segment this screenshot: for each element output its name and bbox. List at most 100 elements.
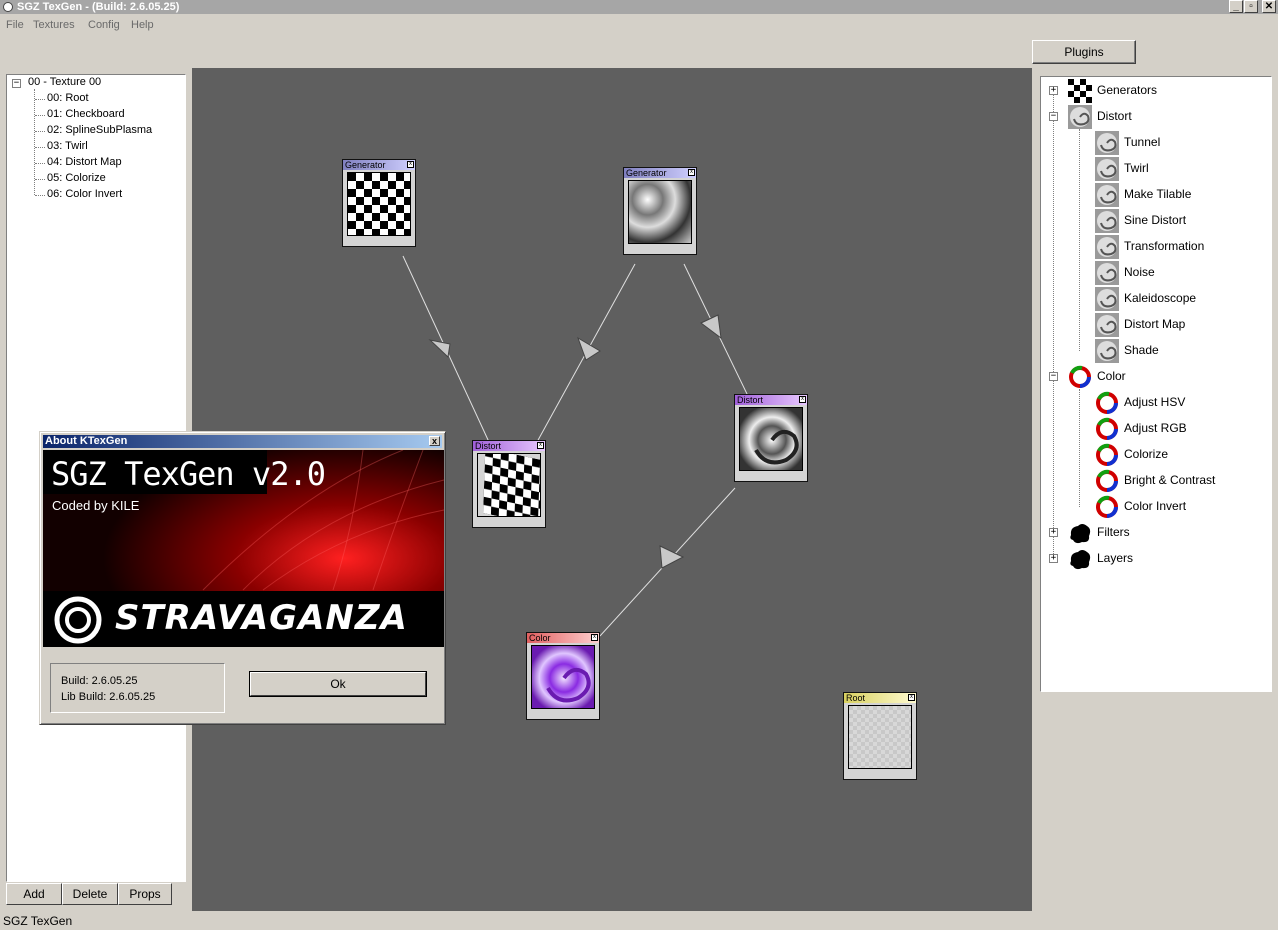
plugin-noise[interactable]: Noise (1124, 265, 1155, 279)
swirl-icon (1095, 235, 1119, 259)
swirl-icon (1068, 105, 1092, 129)
tree-item-checkboard[interactable]: 01: Checkboard (47, 108, 125, 120)
node-title: Distort (735, 395, 807, 405)
node-close-icon[interactable]: x (908, 694, 915, 701)
menu-config[interactable]: Config (88, 19, 120, 31)
tree-guide-line (35, 115, 45, 116)
status-bar: SGZ TexGen (0, 912, 1278, 930)
plugin-category-filters[interactable]: Filters (1097, 525, 1130, 539)
plugin-twirl[interactable]: Twirl (1124, 161, 1149, 175)
about-coded-by: Coded by KILE (52, 498, 140, 513)
add-button[interactable]: Add (6, 883, 62, 905)
node-close-icon[interactable]: x (688, 169, 695, 176)
connection-arrow (428, 339, 451, 359)
plugin-shade[interactable]: Shade (1124, 343, 1159, 357)
expand-toggle[interactable]: + (1049, 528, 1058, 537)
plugin-adjust-hsv[interactable]: Adjust HSV (1124, 395, 1185, 409)
tree-item-distort-map[interactable]: 04: Distort Map (47, 156, 122, 168)
tree-guide-line (1079, 389, 1080, 507)
plugin-color-invert[interactable]: Color Invert (1124, 499, 1186, 513)
plugin-make-tilable[interactable]: Make Tilable (1124, 187, 1191, 201)
collapse-toggle[interactable]: − (12, 79, 21, 88)
node-preview (848, 705, 912, 769)
ok-button[interactable]: Ok (250, 672, 426, 696)
swirl-icon (1095, 131, 1119, 155)
about-dialog-title: About KTexGen (45, 435, 128, 447)
build-version: Build: 2.6.05.25 (61, 675, 138, 687)
minimize-button[interactable]: _ (1229, 0, 1243, 13)
plugin-category-distort[interactable]: Distort (1097, 109, 1132, 123)
close-button[interactable]: ✕ (1262, 0, 1276, 13)
menu-file[interactable]: File (6, 19, 24, 31)
connection-arrow (700, 314, 722, 340)
plugin-bright-contrast[interactable]: Bright & Contrast (1124, 473, 1215, 487)
plugin-sine-distort[interactable]: Sine Distort (1124, 213, 1186, 227)
plugin-distort-map[interactable]: Distort Map (1124, 317, 1185, 331)
menu-textures[interactable]: Textures (33, 19, 75, 31)
about-dialog-titlebar: About KTexGen x (43, 435, 442, 448)
rgb-rings-icon (1069, 365, 1091, 388)
about-banner: SGZ TexGen v2.0 Coded by KILE STRAVAGANZ… (43, 450, 444, 647)
rgb-rings-icon (1096, 391, 1118, 414)
tree-item-colorize[interactable]: 05: Colorize (47, 172, 106, 184)
menu-help[interactable]: Help (131, 19, 154, 31)
plugin-transformation[interactable]: Transformation (1124, 239, 1204, 253)
about-close-button[interactable]: x (429, 436, 440, 446)
collapse-toggle[interactable]: − (1049, 112, 1058, 121)
delete-button[interactable]: Delete (62, 883, 118, 905)
filter-blob-icon (1070, 524, 1091, 544)
node-preview (477, 453, 541, 517)
plugin-tunnel[interactable]: Tunnel (1124, 135, 1160, 149)
node-root[interactable]: Root x (843, 692, 917, 780)
node-close-icon[interactable]: x (591, 634, 598, 641)
tree-guide-line (35, 195, 45, 196)
rgb-rings-icon (1096, 469, 1118, 492)
rgb-rings-icon (1096, 417, 1118, 440)
expand-toggle[interactable]: + (1049, 86, 1058, 95)
node-color-colorize[interactable]: Color x (526, 632, 600, 720)
tree-guide-line (35, 131, 45, 132)
tree-item-splinesubplasma[interactable]: 02: SplineSubPlasma (47, 124, 152, 136)
node-preview (739, 407, 803, 471)
plugins-tab[interactable]: Plugins (1032, 40, 1136, 64)
swirl-icon (1095, 183, 1119, 207)
node-title: Generator (343, 160, 415, 170)
node-title: Root (844, 693, 916, 703)
plugin-colorize[interactable]: Colorize (1124, 447, 1168, 461)
swirl-icon (1095, 157, 1119, 181)
tree-item-color-invert[interactable]: 06: Color Invert (47, 188, 122, 200)
node-distort-map[interactable]: Distort x (472, 440, 546, 528)
plugins-tree[interactable]: + Generators − Distort Tunnel Twirl Make… (1040, 76, 1272, 692)
node-preview (347, 172, 411, 236)
plugin-category-color[interactable]: Color (1097, 369, 1126, 383)
layers-blob-icon (1070, 550, 1091, 570)
swirl-icon (1095, 287, 1119, 311)
tree-item-twirl[interactable]: 03: Twirl (47, 140, 88, 152)
node-preview (628, 180, 692, 244)
node-close-icon[interactable]: x (537, 442, 544, 449)
props-button[interactable]: Props (118, 883, 172, 905)
node-title: Generator (624, 168, 696, 178)
maximize-button[interactable]: ▫ (1244, 0, 1258, 13)
app-icon (3, 2, 13, 12)
plugin-category-generators[interactable]: Generators (1097, 83, 1157, 97)
collapse-toggle[interactable]: − (1049, 372, 1058, 381)
plugin-adjust-rgb[interactable]: Adjust RGB (1124, 421, 1187, 435)
node-distort-twirl[interactable]: Distort x (734, 394, 808, 482)
node-close-icon[interactable]: x (407, 161, 414, 168)
expand-toggle[interactable]: + (1049, 554, 1058, 563)
tree-item-root[interactable]: 00: Root (47, 92, 89, 104)
plugin-category-layers[interactable]: Layers (1097, 551, 1133, 565)
tree-guide-line (35, 163, 45, 164)
menu-bar: File Textures Config Help (0, 16, 1278, 34)
tree-root-label[interactable]: 00 - Texture 00 (28, 76, 101, 88)
tree-guide-line (1079, 129, 1080, 351)
about-product-name: SGZ TexGen v2.0 (51, 455, 326, 493)
window-title: SGZ TexGen - (Build: 2.6.05.25) (17, 1, 180, 13)
plugin-kaleidoscope[interactable]: Kaleidoscope (1124, 291, 1196, 305)
node-generator-checker[interactable]: Generator x (342, 159, 416, 247)
node-close-icon[interactable]: x (799, 396, 806, 403)
swirl-icon (1095, 209, 1119, 233)
node-generator-plasma[interactable]: Generator x (623, 167, 697, 255)
tree-guide-line (35, 147, 45, 148)
